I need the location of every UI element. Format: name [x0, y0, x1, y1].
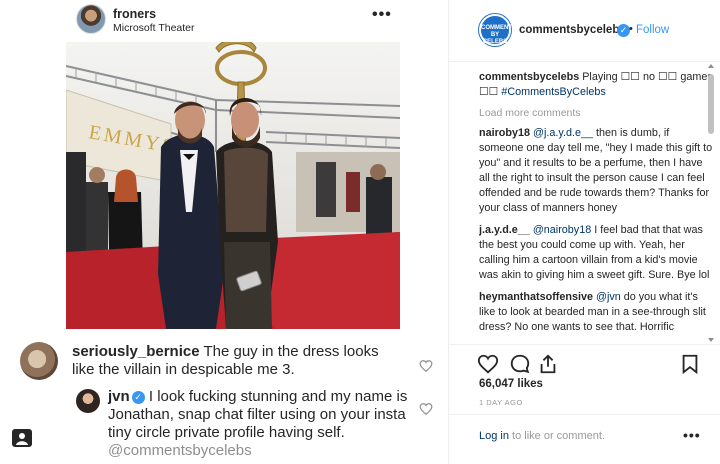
- more-icon: •••: [372, 6, 392, 23]
- heart-icon: [419, 403, 433, 416]
- likes-count[interactable]: 66,047 likes: [479, 378, 543, 390]
- caption: commentsbycelebs Playing ☐☐ no ☐☐ games …: [479, 70, 715, 100]
- comment-body: I look fucking stunning and my name is J…: [108, 388, 408, 441]
- login-link[interactable]: Log in: [479, 430, 509, 442]
- login-prompt-text: to like or comment.: [512, 430, 605, 442]
- heart-icon[interactable]: [477, 353, 499, 375]
- comment-item: nairoby18 @j.a.y.d.e__ then is dumb, if …: [479, 126, 715, 216]
- timestamp: 1 DAY AGO: [479, 398, 523, 407]
- post-header: COMMENTS BY CELEBS commentsbycelebs ✓ • …: [449, 0, 720, 62]
- comments-list[interactable]: commentsbycelebs Playing ☐☐ no ☐☐ games …: [479, 70, 715, 342]
- comment-username[interactable]: nairoby18: [479, 127, 530, 139]
- comment-body: then is dumb, if someone one day tell me…: [479, 127, 713, 214]
- follow-button[interactable]: Follow: [636, 24, 669, 36]
- comment-icon[interactable]: [509, 353, 531, 375]
- login-prompt: Log in to like or comment.: [479, 430, 605, 442]
- avatar[interactable]: COMMENTS BY CELEBS: [479, 14, 516, 46]
- post-panel: COMMENTS BY CELEBS commentsbycelebs ✓ • …: [448, 0, 720, 464]
- comment-username: jvn: [108, 388, 130, 405]
- post-location: Microsoft Theater: [113, 22, 195, 34]
- avatar: [76, 4, 106, 34]
- hashtag-link[interactable]: #CommentsByCelebs: [501, 86, 605, 98]
- comments-scrollbar[interactable]: [706, 62, 716, 349]
- comment-item: jvn ✓ I look fucking stunning and my name…: [0, 386, 448, 464]
- load-more-comments[interactable]: Load more comments: [479, 107, 715, 119]
- user-tag-icon[interactable]: [12, 429, 32, 447]
- comment-text: jvn ✓ I look fucking stunning and my name…: [108, 388, 408, 460]
- avatar: [76, 389, 100, 413]
- comment-mention[interactable]: @jvn: [596, 291, 621, 303]
- account-username[interactable]: commentsbycelebs: [519, 24, 626, 36]
- comment-username[interactable]: heymanthatsoffensive: [479, 291, 593, 303]
- post-footer: Log in to like or comment. •••: [449, 414, 720, 464]
- comment-username: seriously_bernice: [72, 343, 200, 360]
- comment-item: heymanthatsoffensive @jvn do you what it…: [479, 290, 715, 335]
- avatar: [20, 342, 58, 380]
- heart-icon: [419, 360, 433, 373]
- comment-text: seriously_bernice The guy in the dress l…: [72, 343, 402, 379]
- screenshot-post-header: froners Microsoft Theater •••: [0, 0, 448, 40]
- bookmark-icon[interactable]: [679, 353, 701, 375]
- verified-icon: ✓: [131, 391, 145, 404]
- watermark: @commentsbycelebs: [108, 442, 252, 459]
- caption-username[interactable]: commentsbycelebs: [479, 71, 579, 83]
- comment-item: seriously_bernice The guy in the dress l…: [0, 338, 448, 388]
- post-photo: EMMYS: [66, 42, 400, 329]
- comment-mention[interactable]: @j.a.y.d.e__: [533, 127, 593, 139]
- share-icon[interactable]: [537, 353, 559, 375]
- comment-username[interactable]: j.a.y.d.e__: [479, 224, 530, 236]
- comment-item: j.a.y.d.e__ @nairoby18 I feel bad that t…: [479, 223, 715, 283]
- more-options-icon[interactable]: •••: [683, 427, 701, 443]
- screenshot-post: froners Microsoft Theater ••• EMMYS seri…: [0, 0, 448, 464]
- post-username: froners: [113, 7, 157, 21]
- separator-dot: •: [629, 23, 633, 35]
- comment-mention[interactable]: @nairoby18: [533, 224, 591, 236]
